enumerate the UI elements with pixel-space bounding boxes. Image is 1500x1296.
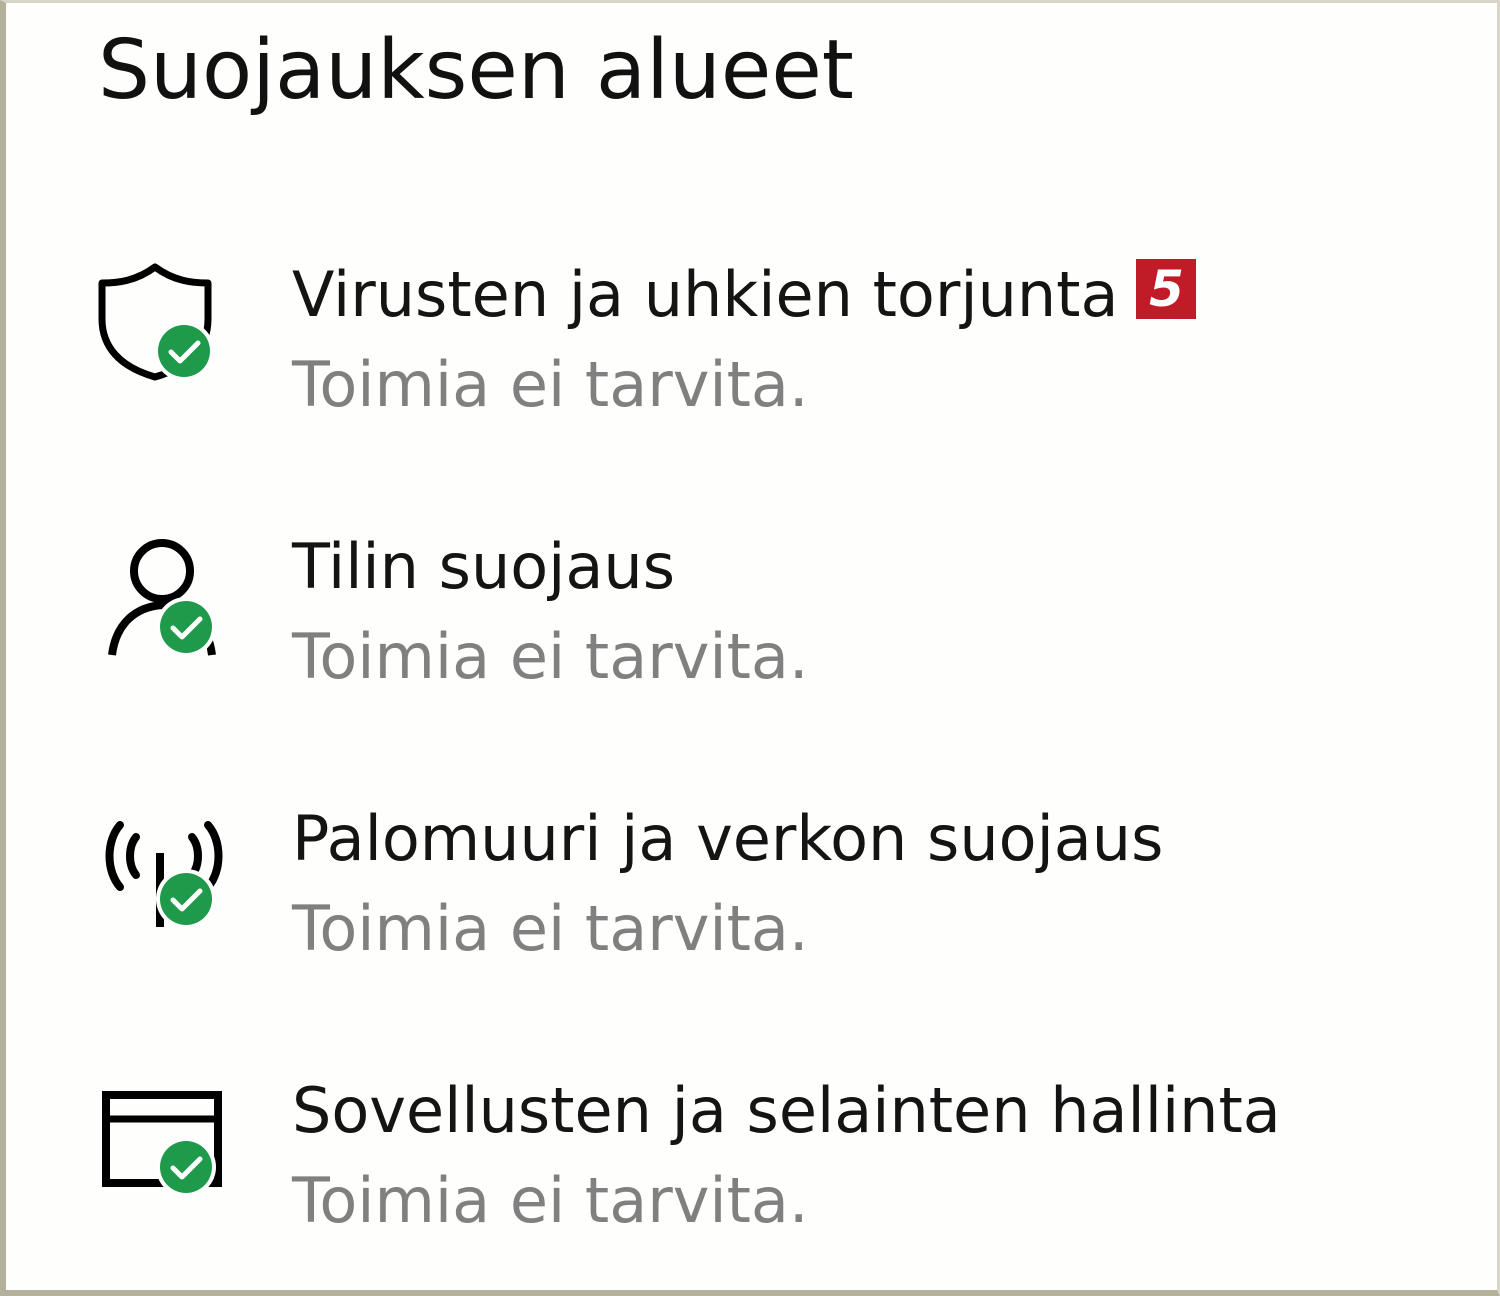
area-app-browser-control[interactable]: Sovellusten ja selainten hallinta Toimia… bbox=[98, 1071, 1398, 1271]
area-title: Tilin suojaus bbox=[292, 530, 675, 603]
area-title-text: Virusten ja uhkien torjunta bbox=[292, 258, 1119, 331]
person-check-icon bbox=[98, 527, 228, 667]
area-title: Sovellusten ja selainten hallinta bbox=[292, 1074, 1281, 1147]
page-title: Suojauksen alueet bbox=[98, 23, 854, 118]
area-status: Toimia ei tarvita. bbox=[292, 892, 809, 965]
security-areas-panel: Suojauksen alueet Virusten ja uhkien tor… bbox=[0, 0, 1500, 1296]
area-virus-threat-protection[interactable]: Virusten ja uhkien torjunta 5 Toimia ei t… bbox=[98, 255, 1398, 455]
area-account-protection[interactable]: Tilin suojaus Toimia ei tarvita. bbox=[98, 527, 1398, 727]
notification-badge: 5 bbox=[1136, 259, 1197, 319]
antenna-check-icon bbox=[98, 799, 228, 939]
shield-check-icon bbox=[98, 255, 228, 395]
area-title: Virusten ja uhkien torjunta 5 bbox=[292, 255, 1197, 335]
area-status: Toimia ei tarvita. bbox=[292, 620, 809, 693]
area-status: Toimia ei tarvita. bbox=[292, 348, 809, 421]
area-title: Palomuuri ja verkon suojaus bbox=[292, 802, 1164, 875]
area-firewall-network-protection[interactable]: Palomuuri ja verkon suojaus Toimia ei ta… bbox=[98, 799, 1398, 999]
area-status: Toimia ei tarvita. bbox=[292, 1164, 809, 1237]
browser-window-check-icon bbox=[98, 1071, 228, 1211]
